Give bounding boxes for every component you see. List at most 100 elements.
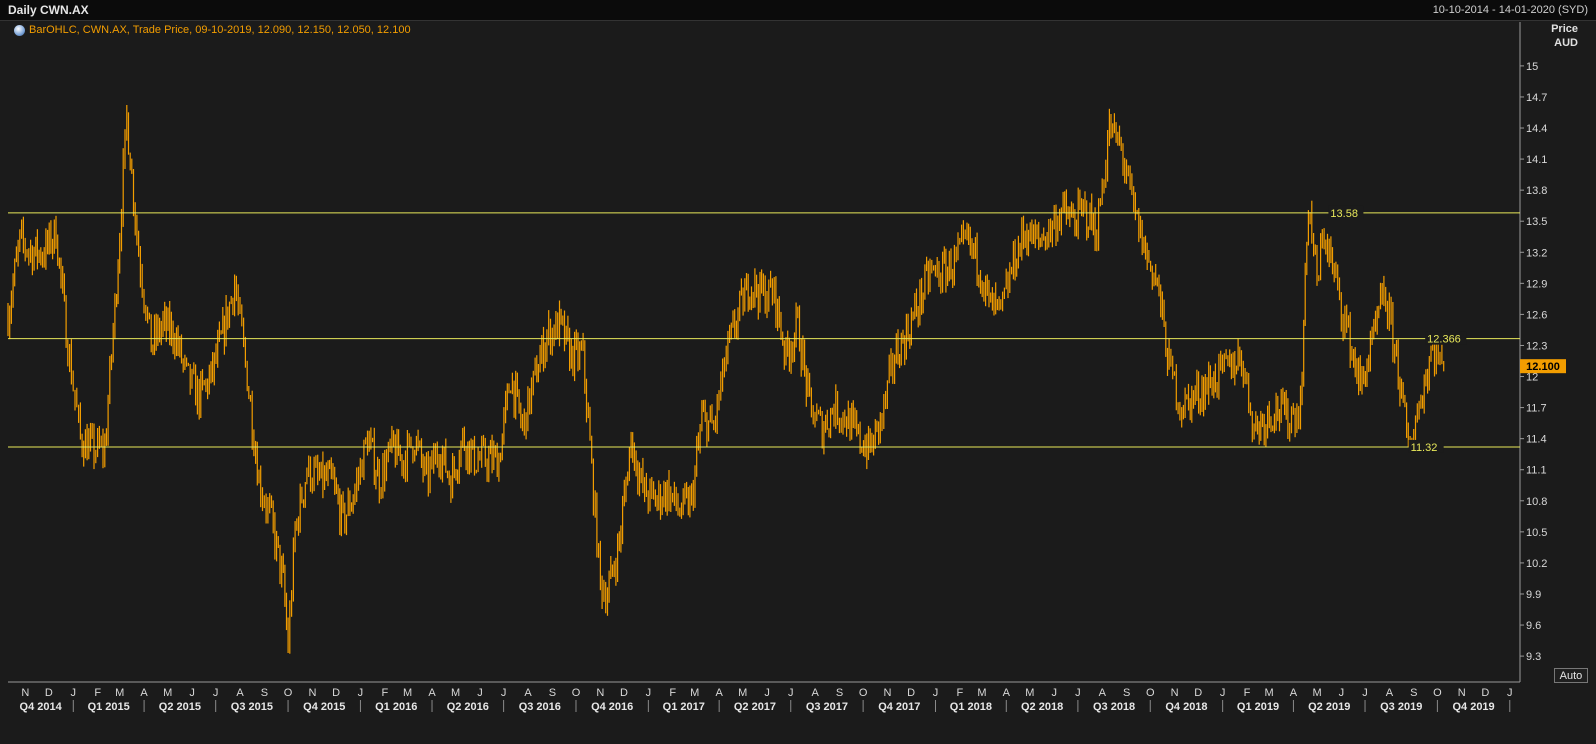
quarter-label: Q2 2015 bbox=[159, 701, 201, 713]
quarter-label: Q4 2015 bbox=[303, 701, 345, 713]
quarter-label: Q1 2015 bbox=[88, 701, 130, 713]
chart-window: { "header": { "title": "Daily CWN.AX", "… bbox=[0, 0, 1596, 744]
month-label: D bbox=[1194, 687, 1202, 699]
y-tick-label: 11.4 bbox=[1526, 434, 1547, 446]
y-tick-label: 10.2 bbox=[1526, 558, 1547, 570]
quarter-label: Q4 2017 bbox=[878, 701, 920, 713]
quarter-label: Q1 2017 bbox=[663, 701, 705, 713]
month-label: N bbox=[21, 687, 29, 699]
level-label: 12.366 bbox=[1427, 334, 1461, 346]
month-label: F bbox=[1244, 687, 1251, 699]
quarter-label: Q4 2018 bbox=[1165, 701, 1207, 713]
quarter-label: Q4 2019 bbox=[1452, 701, 1494, 713]
quarter-label: Q3 2016 bbox=[519, 701, 561, 713]
quarter-label: Q3 2018 bbox=[1093, 701, 1135, 713]
month-label: S bbox=[1410, 687, 1417, 699]
month-label: F bbox=[957, 687, 964, 699]
month-label: M bbox=[115, 687, 124, 699]
last-price-label: 12.100 bbox=[1526, 361, 1560, 373]
month-label: M bbox=[163, 687, 172, 699]
quarter-label: Q1 2016 bbox=[375, 701, 417, 713]
quarter-label: Q2 2017 bbox=[734, 701, 776, 713]
month-label: N bbox=[1171, 687, 1179, 699]
y-tick-label: 9.9 bbox=[1526, 589, 1541, 601]
month-label: S bbox=[549, 687, 556, 699]
month-label: O bbox=[284, 687, 293, 699]
y-tick-label: 12.9 bbox=[1526, 278, 1547, 290]
month-label: M bbox=[1312, 687, 1321, 699]
month-label: J bbox=[1220, 687, 1226, 699]
month-label: A bbox=[236, 687, 244, 699]
y-tick-label: 13.2 bbox=[1526, 247, 1547, 259]
y-tick-label: 14.4 bbox=[1526, 123, 1547, 135]
month-label: J bbox=[477, 687, 483, 699]
month-label: D bbox=[1481, 687, 1489, 699]
y-tick-label: 12 bbox=[1526, 372, 1538, 384]
y-tick-label: 9.3 bbox=[1526, 651, 1541, 663]
month-label: J bbox=[71, 687, 77, 699]
month-label: N bbox=[1458, 687, 1466, 699]
month-label: F bbox=[94, 687, 101, 699]
globe-icon[interactable] bbox=[14, 24, 25, 36]
y-tick-label: 12.6 bbox=[1526, 309, 1547, 321]
month-label: J bbox=[1075, 687, 1081, 699]
month-label: A bbox=[715, 687, 723, 699]
month-label: A bbox=[428, 687, 436, 699]
month-label: J bbox=[764, 687, 770, 699]
month-label: M bbox=[977, 687, 986, 699]
month-label: M bbox=[1264, 687, 1273, 699]
y-tick-label: 10.8 bbox=[1526, 496, 1547, 508]
month-label: S bbox=[1123, 687, 1130, 699]
month-label: A bbox=[1099, 687, 1107, 699]
month-label: A bbox=[1003, 687, 1011, 699]
month-label: O bbox=[1433, 687, 1442, 699]
month-label: J bbox=[933, 687, 939, 699]
month-label: J bbox=[788, 687, 794, 699]
month-label: N bbox=[884, 687, 892, 699]
month-label: S bbox=[836, 687, 843, 699]
month-label: F bbox=[381, 687, 388, 699]
quarter-label: Q4 2014 bbox=[20, 701, 63, 713]
month-label: A bbox=[1386, 687, 1394, 699]
month-label: D bbox=[332, 687, 340, 699]
month-label: J bbox=[501, 687, 507, 699]
month-label: J bbox=[189, 687, 195, 699]
time-axis: NDJFMAMJJASONDJFMAMJJASONDJFMAMJJASONDJF… bbox=[20, 687, 1513, 713]
quarter-label: Q2 2016 bbox=[447, 701, 489, 713]
month-label: M bbox=[451, 687, 460, 699]
month-label: J bbox=[1362, 687, 1368, 699]
y-tick-label: 11.1 bbox=[1526, 465, 1547, 477]
month-label: O bbox=[859, 687, 868, 699]
y-tick-label: 14.1 bbox=[1526, 154, 1547, 166]
quarter-label: Q3 2019 bbox=[1380, 701, 1422, 713]
quarter-label: Q2 2018 bbox=[1021, 701, 1063, 713]
price-axis: 15 14.7 14.4 14.1 13.8 13.5 13.2 12.9 12.6 12.3 12… bbox=[1520, 61, 1566, 663]
month-label: D bbox=[620, 687, 628, 699]
month-label: J bbox=[358, 687, 364, 699]
month-label: N bbox=[308, 687, 316, 699]
month-label: J bbox=[213, 687, 219, 699]
month-label: D bbox=[45, 687, 53, 699]
month-label: A bbox=[811, 687, 819, 699]
y-tick-label: 14.7 bbox=[1526, 92, 1547, 104]
month-label: M bbox=[1025, 687, 1034, 699]
month-label: A bbox=[1290, 687, 1298, 699]
quarter-label: Q1 2018 bbox=[950, 701, 992, 713]
quarter-label: Q4 2016 bbox=[591, 701, 633, 713]
auto-scale-button[interactable]: Auto bbox=[1554, 668, 1588, 683]
quarter-label: Q1 2019 bbox=[1237, 701, 1279, 713]
quarter-label: Q3 2015 bbox=[231, 701, 273, 713]
month-label: J bbox=[1339, 687, 1345, 699]
month-label: M bbox=[738, 687, 747, 699]
plot-frame bbox=[8, 22, 1521, 683]
y-axis-title: Price bbox=[1551, 23, 1578, 35]
month-label: A bbox=[524, 687, 532, 699]
month-label: N bbox=[596, 687, 604, 699]
y-tick-label: 15 bbox=[1526, 61, 1538, 73]
series-legend: BarOHLC, CWN.AX, Trade Price, 09-10-2019… bbox=[14, 23, 411, 37]
price-chart[interactable]: 13.5812.36611.32 1514.714.414.113.813.51… bbox=[0, 0, 1596, 744]
month-label: M bbox=[690, 687, 699, 699]
month-label: M bbox=[403, 687, 412, 699]
month-label: S bbox=[261, 687, 268, 699]
y-tick-label: 13.5 bbox=[1526, 216, 1547, 228]
